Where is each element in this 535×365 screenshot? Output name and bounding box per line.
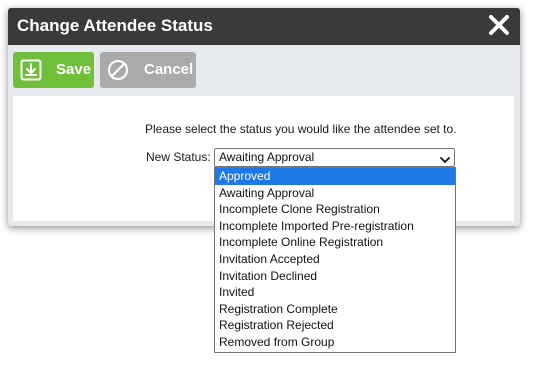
selected-status-value: Awaiting Approval bbox=[219, 150, 315, 164]
dropdown-option[interactable]: Incomplete Online Registration bbox=[215, 234, 455, 251]
dropdown-option[interactable]: Registration Complete bbox=[215, 301, 455, 318]
status-prompt-text: Please select the status you would like … bbox=[145, 122, 457, 136]
cancel-label: Cancel bbox=[144, 61, 194, 78]
close-icon[interactable] bbox=[487, 13, 511, 37]
dialog-title: Change Attendee Status bbox=[17, 16, 213, 35]
chevron-down-icon bbox=[440, 153, 450, 163]
save-download-icon bbox=[20, 59, 42, 81]
dialog-titlebar: Change Attendee Status bbox=[8, 8, 520, 45]
new-status-label: New Status: bbox=[146, 150, 211, 164]
dropdown-option[interactable]: Invitation Declined bbox=[215, 268, 455, 285]
dropdown-option[interactable]: Removed from Group bbox=[215, 334, 455, 351]
dropdown-option[interactable]: Approved bbox=[215, 168, 455, 185]
save-button[interactable]: Save bbox=[13, 52, 94, 88]
status-dropdown-list: Approved Awaiting Approval Incomplete Cl… bbox=[214, 167, 456, 353]
dropdown-option[interactable]: Registration Rejected bbox=[215, 317, 455, 334]
dropdown-option[interactable]: Incomplete Clone Registration bbox=[215, 201, 455, 218]
new-status-select[interactable]: Awaiting Approval bbox=[214, 148, 455, 167]
save-label: Save bbox=[56, 61, 92, 78]
cancel-button[interactable]: Cancel bbox=[100, 52, 196, 88]
cancel-circle-slash-icon bbox=[107, 59, 129, 81]
dropdown-option[interactable]: Invited bbox=[215, 284, 455, 301]
dropdown-option[interactable]: Awaiting Approval bbox=[215, 185, 455, 202]
dialog-toolbar: Save Cancel bbox=[8, 45, 520, 96]
dropdown-option[interactable]: Invitation Accepted bbox=[215, 251, 455, 268]
dropdown-option[interactable]: Incomplete Imported Pre-registration bbox=[215, 218, 455, 235]
